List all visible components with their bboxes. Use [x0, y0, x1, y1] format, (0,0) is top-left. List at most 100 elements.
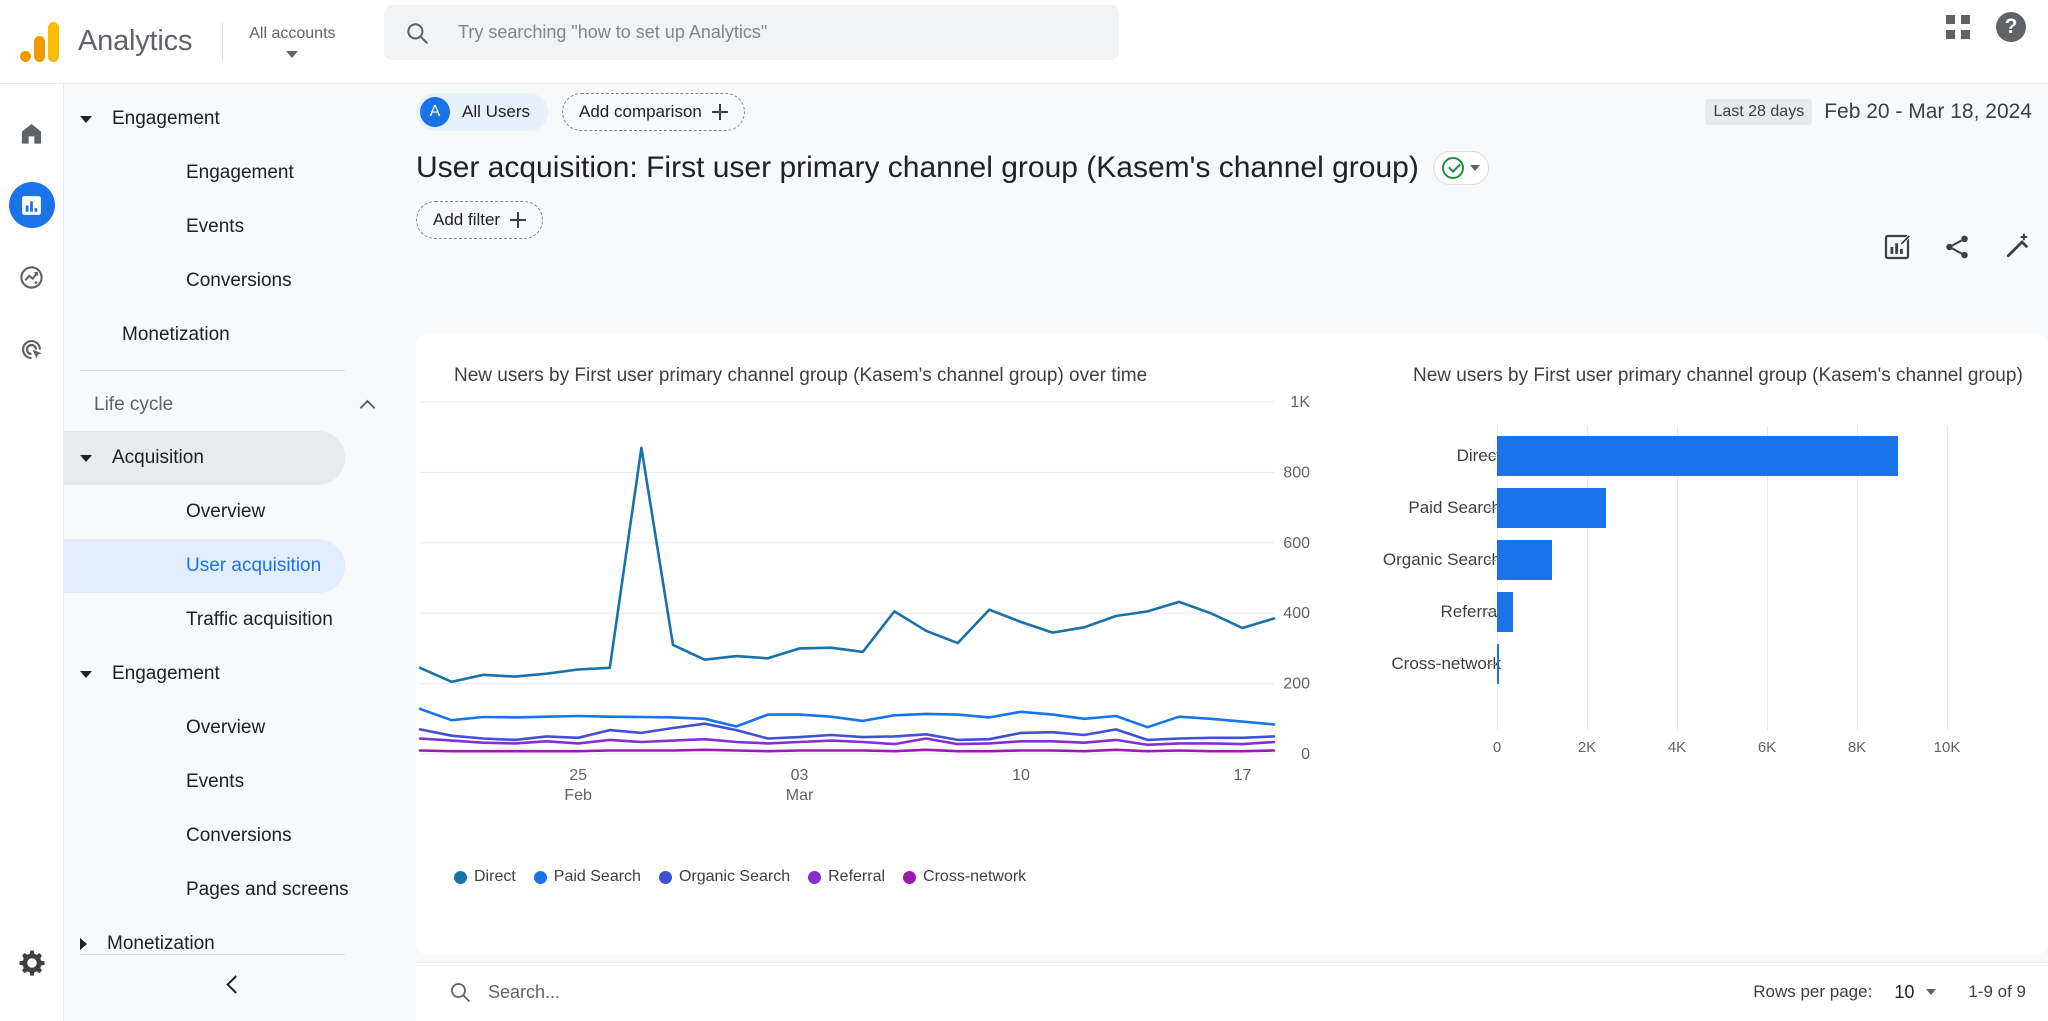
nav-lower-list: Acquisition Overview User acquisition Tr…: [64, 431, 403, 971]
bar-category-label: Cross-network: [1391, 654, 1501, 674]
apps-grid-icon[interactable]: [1946, 15, 1970, 39]
nav-item-pages-and-screens[interactable]: Pages and screens: [64, 863, 403, 917]
report-status-chip[interactable]: [1433, 151, 1489, 185]
caret-down-icon: [80, 671, 92, 678]
legend-item[interactable]: Referral: [808, 868, 885, 886]
nav-item-traffic-acquisition[interactable]: Traffic acquisition: [64, 593, 403, 647]
gear-icon: [17, 948, 47, 978]
bar-rect[interactable]: [1497, 644, 1499, 684]
legend-label: Organic Search: [679, 868, 790, 886]
nav-item-monetization-top[interactable]: Monetization: [64, 308, 403, 362]
divider: [222, 23, 223, 61]
page-title-row: User acquisition: First user primary cha…: [403, 140, 2048, 196]
add-filter-label: Add filter: [433, 210, 500, 230]
rail-item-explore[interactable]: [9, 254, 55, 300]
help-icon[interactable]: ?: [1996, 12, 2026, 42]
legend-item[interactable]: Paid Search: [534, 868, 641, 886]
report-navigation-panel: Engagement Engagement Events Conversions…: [64, 84, 403, 1021]
chevron-down-icon: [1926, 989, 1936, 995]
date-range-selector[interactable]: Last 28 days Feb 20 - Mar 18, 2024: [1705, 99, 2032, 125]
nav-divider-bottom: [80, 954, 345, 955]
nav-item-conversions[interactable]: Conversions: [64, 254, 403, 308]
add-comparison-button[interactable]: Add comparison: [562, 93, 745, 131]
icon-rail: [0, 84, 64, 1021]
nav-item-engagement-overview[interactable]: Overview: [64, 701, 403, 755]
rail-item-admin[interactable]: [17, 948, 47, 983]
bar-rect[interactable]: [1497, 592, 1513, 632]
nav-label: Events: [186, 771, 244, 793]
home-icon: [18, 120, 45, 147]
legend-item[interactable]: Cross-network: [903, 868, 1026, 886]
collapse-nav-button[interactable]: [64, 957, 403, 1011]
nav-group-engagement-top[interactable]: Engagement: [64, 92, 403, 146]
nav-label: Events: [186, 216, 244, 238]
add-comparison-label: Add comparison: [579, 102, 702, 122]
svg-text:10: 10: [1012, 767, 1030, 784]
edit-chart-icon[interactable]: [1882, 232, 1912, 262]
bar-axis-tick: [1487, 664, 1496, 665]
segment-avatar: A: [420, 97, 450, 127]
nav-item-engagement-conversions[interactable]: Conversions: [64, 809, 403, 863]
global-search-input[interactable]: Try searching "how to set up Analytics": [384, 5, 1119, 60]
rows-per-page-select[interactable]: 10: [1894, 982, 1936, 1003]
account-selector[interactable]: All accounts: [249, 25, 335, 58]
rail-item-advertising[interactable]: [9, 326, 55, 372]
bar-x-tick: 2K: [1578, 739, 1596, 756]
chevron-down-icon: [286, 51, 298, 58]
nav-item-events[interactable]: Events: [64, 200, 403, 254]
caret-down-icon: [80, 455, 92, 462]
svg-text:0: 0: [1301, 746, 1310, 763]
nav-item-user-acquisition[interactable]: User acquisition: [64, 539, 345, 593]
plus-icon: [510, 212, 526, 228]
svg-text:Feb: Feb: [564, 787, 592, 804]
bar-axis-tick: [1487, 456, 1496, 457]
rail-item-reports[interactable]: [9, 182, 55, 228]
nav-label: Monetization: [107, 933, 215, 955]
segment-all-users-chip[interactable]: A All Users: [416, 93, 548, 131]
share-icon[interactable]: [1942, 232, 1972, 262]
nav-top-list: Engagement Engagement Events Conversions…: [64, 84, 403, 362]
insights-icon[interactable]: [2002, 232, 2032, 262]
bar-x-tick: 8K: [1848, 739, 1866, 756]
legend-color-dot: [659, 871, 672, 884]
page-title: User acquisition: First user primary cha…: [416, 151, 1419, 185]
svg-text:800: 800: [1283, 464, 1310, 481]
nav-item-engagement[interactable]: Engagement: [64, 146, 403, 200]
nav-divider: [80, 370, 345, 371]
top-app-bar: Analytics All accounts Try searching "ho…: [0, 0, 2048, 84]
rows-per-page-label: Rows per page:: [1753, 982, 1872, 1002]
bar-rect[interactable]: [1497, 488, 1606, 528]
nav-label: Engagement: [186, 162, 294, 184]
nav-label: Overview: [186, 717, 265, 739]
bar-x-tick: 0: [1493, 739, 1501, 756]
global-search-placeholder: Try searching "how to set up Analytics": [458, 22, 767, 43]
caret-down-icon: [80, 116, 92, 123]
brand-title: Analytics: [78, 25, 192, 58]
rail-item-home[interactable]: [9, 110, 55, 156]
nav-group-acquisition[interactable]: Acquisition: [64, 431, 345, 485]
nav-label: Conversions: [186, 270, 292, 292]
nav-section-life-cycle[interactable]: Life cycle: [64, 379, 403, 431]
check-circle-icon: [1442, 157, 1464, 179]
nav-item-engagement-events[interactable]: Events: [64, 755, 403, 809]
bar-chart[interactable]: 02K4K6K8K10KDirectPaid SearchOrganic Sea…: [1379, 426, 1969, 756]
line-chart-svg: 02004006008001K25Feb03Mar1017: [416, 396, 1346, 806]
bar-category-label: Organic Search: [1383, 550, 1501, 570]
legend-item[interactable]: Organic Search: [659, 868, 790, 886]
line-chart[interactable]: 02004006008001K25Feb03Mar1017: [416, 396, 1346, 806]
nav-group-engagement[interactable]: Engagement: [64, 647, 403, 701]
nav-label: Overview: [186, 501, 265, 523]
nav-item-acquisition-overview[interactable]: Overview: [64, 485, 403, 539]
google-analytics-logo: [20, 22, 62, 62]
legend-color-dot: [534, 871, 547, 884]
report-action-icons: [1882, 232, 2032, 262]
search-icon: [448, 980, 472, 1004]
bar-rect[interactable]: [1497, 540, 1552, 580]
table-search-input[interactable]: Search...: [448, 980, 560, 1004]
add-filter-button[interactable]: Add filter: [416, 201, 543, 239]
bar-axis-tick: [1487, 508, 1496, 509]
nav-label: Traffic acquisition: [186, 609, 333, 631]
legend-item[interactable]: Direct: [454, 868, 516, 886]
svg-text:1K: 1K: [1290, 396, 1310, 411]
bar-rect[interactable]: [1497, 436, 1898, 476]
